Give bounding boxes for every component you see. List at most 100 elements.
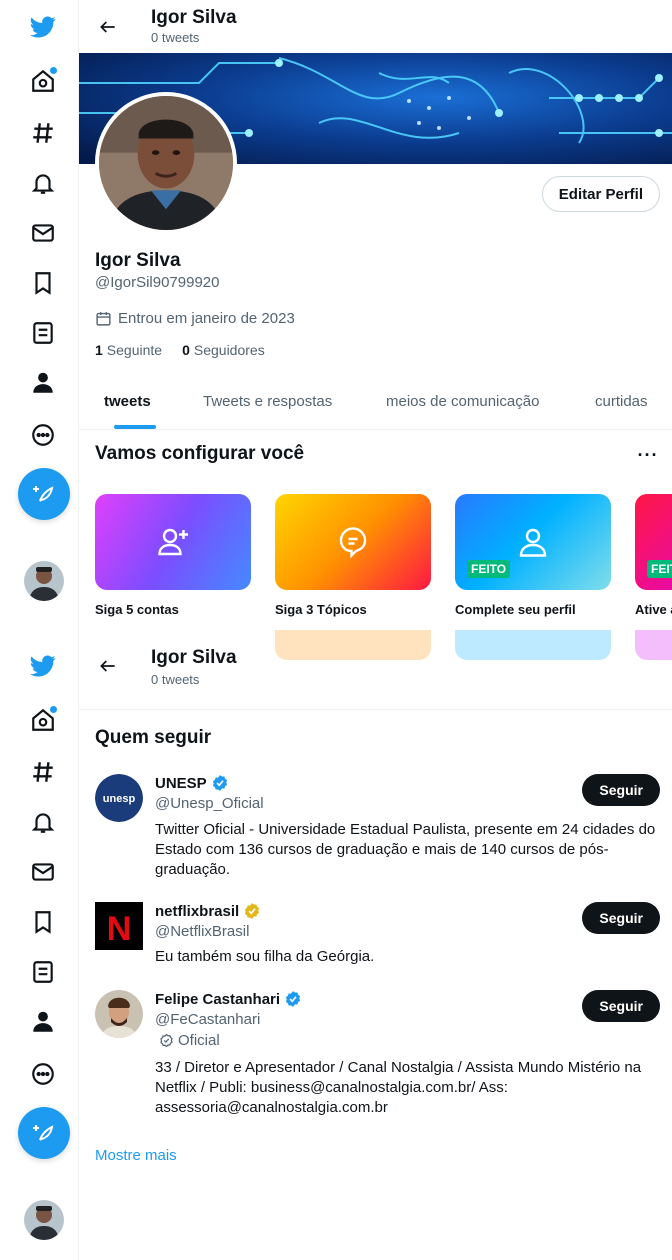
user-icon — [519, 528, 547, 557]
header-name: Igor Silva — [151, 647, 237, 668]
account-bio: Eu também sou filha da Geórgia. — [155, 948, 375, 965]
more-horizontal-icon[interactable]: ··· — [636, 443, 660, 467]
tab-tweets[interactable]: tweets — [104, 374, 151, 430]
unesp-logo-text: unesp — [103, 793, 136, 805]
bookmarks-icon[interactable] — [26, 905, 60, 939]
header-tweet-count: 0 tweets — [151, 672, 200, 687]
compose-tweet-button[interactable] — [18, 1107, 70, 1159]
explore-hashtag-icon[interactable] — [26, 755, 60, 789]
messages-envelope-icon[interactable] — [26, 855, 60, 889]
followers-link[interactable]: 0 Seguidores — [182, 342, 265, 358]
notification-dot — [50, 67, 57, 74]
profile-tabs: tweets Tweets e respostas meios de comun… — [79, 374, 672, 430]
account-avatar[interactable] — [24, 561, 64, 601]
calendar-icon — [96, 312, 111, 326]
who-to-follow-title: Quem seguir — [95, 727, 212, 748]
followers-count: 0 — [182, 342, 190, 358]
account-name-text[interactable]: UNESP — [155, 775, 207, 792]
official-label-text: Oficial — [178, 1032, 220, 1049]
more-options-circle-icon[interactable] — [26, 418, 60, 452]
setup-title: Vamos configurar você — [95, 443, 305, 464]
follow-button[interactable]: Seguir — [582, 990, 660, 1022]
notification-dot — [50, 706, 57, 713]
felipe-avatar[interactable] — [95, 990, 143, 1038]
follow-button[interactable]: Seguir — [582, 902, 660, 934]
messages-envelope-icon[interactable] — [26, 216, 60, 250]
setup-card-follow-topics[interactable] — [275, 494, 431, 590]
gold-verified-badge-icon — [245, 903, 260, 919]
following-link[interactable]: 1 Seguinte — [95, 342, 162, 358]
account-name[interactable]: Felipe Castanhari — [155, 990, 302, 1008]
profile-avatar[interactable] — [95, 92, 237, 234]
setup-card-label: Complete seu perfil — [455, 602, 576, 617]
lists-icon[interactable] — [26, 955, 60, 989]
tab-tweets-replies[interactable]: Tweets e respostas — [203, 374, 332, 430]
feather-plus-icon — [33, 1125, 54, 1141]
who-to-follow-screen: Igor Silva 0 tweets Quem seguir unesp UN… — [0, 630, 672, 1260]
header-name: Igor Silva — [151, 6, 237, 28]
back-arrow-icon[interactable] — [91, 649, 125, 683]
tab-media[interactable]: meios de comunicação — [386, 374, 539, 430]
account-bio: Twitter Oficial - Universidade Estadual … — [155, 821, 656, 878]
sidebar — [0, 0, 79, 630]
account-name-text[interactable]: netflixbrasil — [155, 903, 239, 920]
join-date: Entrou em janeiro de 2023 — [95, 310, 295, 327]
profile-person-icon[interactable] — [26, 366, 60, 400]
setup-card-label: Siga 3 Tópicos — [275, 602, 367, 617]
suggestion-item[interactable]: unesp UNESP @Unesp_Oficial Twitter Ofici… — [95, 774, 660, 884]
suggestion-item[interactable]: N netflixbrasil @NetflixBrasil Eu também… — [95, 902, 660, 972]
profile-screen: Igor Silva 0 tweets Editar Perfil Igor S… — [0, 0, 672, 630]
explore-hashtag-icon[interactable] — [26, 116, 60, 150]
notifications-bell-icon[interactable] — [26, 805, 60, 839]
more-options-circle-icon[interactable] — [26, 1057, 60, 1091]
profile-header: Igor Silva 0 tweets — [79, 0, 672, 53]
topic-bubble-icon — [339, 527, 367, 559]
setup-card-label: Siga 5 contas — [95, 602, 179, 617]
active-tab-indicator — [114, 425, 156, 429]
official-check-icon — [160, 1033, 173, 1048]
tab-likes[interactable]: curtidas — [595, 374, 648, 430]
account-handle: @FeCastanhari — [155, 1011, 261, 1028]
twitter-logo-icon[interactable] — [26, 649, 60, 683]
lists-icon[interactable] — [26, 316, 60, 350]
edit-profile-button[interactable]: Editar Perfil — [541, 176, 660, 212]
profile-handle: @IgorSil90799920 — [95, 274, 220, 291]
account-avatar[interactable] — [24, 1200, 64, 1240]
setup-card-notifications[interactable]: FEITO — [635, 494, 672, 590]
compose-tweet-button[interactable] — [18, 468, 70, 520]
done-badge: FEITO — [647, 560, 672, 578]
account-name-text[interactable]: Felipe Castanhari — [155, 991, 280, 1008]
followers-label: Seguidores — [193, 342, 265, 358]
unesp-avatar[interactable]: unesp — [95, 774, 143, 822]
netflix-avatar[interactable]: N — [95, 902, 143, 950]
add-user-icon — [158, 528, 188, 556]
sidebar — [0, 630, 79, 1260]
follow-stats: 1 Seguinte 0 Seguidores — [95, 342, 265, 358]
notifications-bell-icon[interactable] — [26, 166, 60, 200]
account-handle: @NetflixBrasil — [155, 923, 250, 940]
verified-badge-icon — [285, 991, 301, 1007]
account-bio: 33 / Diretor e Apresentador / Canal Nost… — [155, 1059, 642, 1116]
netflix-logo-letter: N — [107, 910, 132, 948]
header-tweet-count: 0 tweets — [151, 29, 200, 45]
profile-header: Igor Silva 0 tweets — [79, 630, 672, 710]
feather-plus-icon — [33, 486, 54, 502]
twitter-logo-icon[interactable] — [26, 10, 60, 44]
setup-card-complete-profile[interactable]: FEITO — [455, 494, 611, 590]
setup-card-follow-accounts[interactable] — [95, 494, 251, 590]
account-name[interactable]: netflixbrasil — [155, 902, 261, 920]
join-date-text: Entrou em janeiro de 2023 — [118, 310, 295, 327]
home-icon[interactable] — [26, 703, 60, 737]
profile-person-icon[interactable] — [26, 1005, 60, 1039]
account-name[interactable]: UNESP — [155, 774, 229, 792]
official-label: Oficial — [159, 1032, 220, 1049]
back-arrow-icon[interactable] — [91, 10, 125, 44]
following-count: 1 — [95, 342, 103, 358]
suggestion-item[interactable]: Felipe Castanhari @FeCastanhari Oficial … — [95, 990, 660, 1120]
show-more-link[interactable]: Mostre mais — [95, 1147, 177, 1164]
follow-button[interactable]: Seguir — [582, 774, 660, 806]
following-label: Seguinte — [106, 342, 163, 358]
home-icon[interactable] — [26, 64, 60, 98]
verified-badge-icon — [212, 775, 227, 791]
bookmarks-icon[interactable] — [26, 266, 60, 300]
